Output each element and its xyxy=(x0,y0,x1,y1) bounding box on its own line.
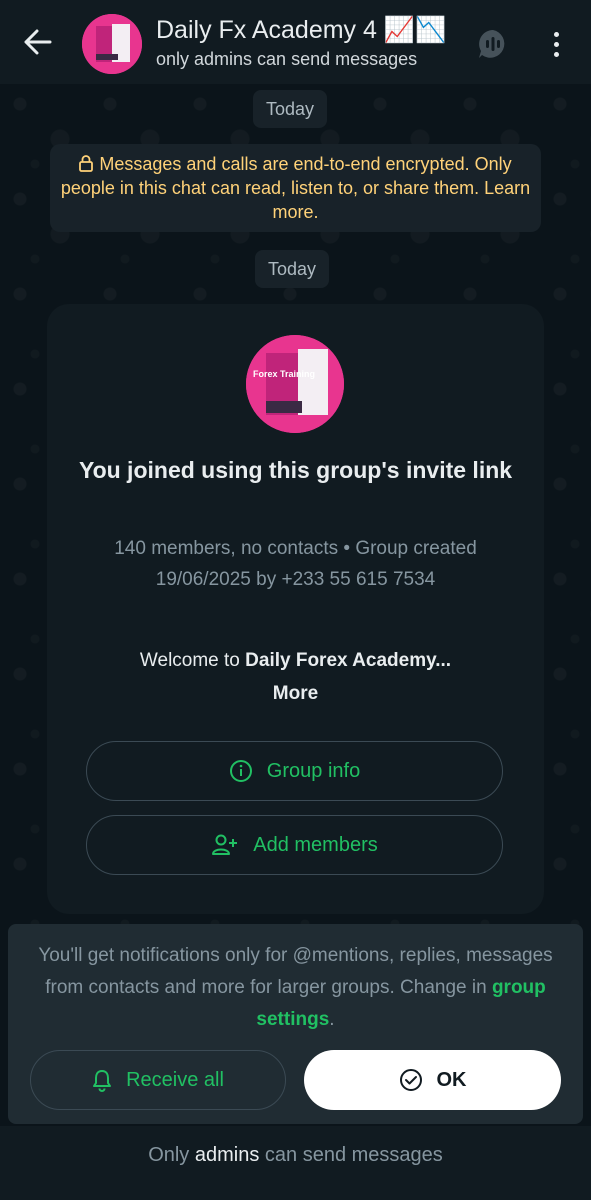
group-avatar-image xyxy=(82,14,142,74)
add-members-label: Add members xyxy=(253,833,378,856)
chat-title: Daily Fx Academy 4 📈📉 xyxy=(156,16,447,44)
group-avatar-large[interactable]: Forex Training xyxy=(246,335,344,433)
notification-text-end: . xyxy=(329,1009,335,1030)
info-icon xyxy=(229,760,252,782)
more-vertical-icon-dot xyxy=(553,31,559,37)
date-chip: Today xyxy=(253,90,328,128)
group-info-label: Group info xyxy=(266,759,361,782)
receive-all-button[interactable]: Receive all xyxy=(30,1050,286,1110)
chat-subtitle: only admins can send messages xyxy=(156,49,418,69)
encryption-notice-text: Messages and calls are end-to-end encryp… xyxy=(60,154,531,222)
ok-button[interactable]: OK xyxy=(304,1050,561,1110)
group-description[interactable]: Welcome to Daily Forex Academy... More xyxy=(87,644,504,710)
welcome-group-name: Daily Forex Academy... xyxy=(245,650,452,671)
footer-suffix: can send messages xyxy=(264,1144,443,1166)
notification-text-body: You'll get notifications only for @menti… xyxy=(38,945,553,998)
notification-settings-banner: You'll get notifications only for @menti… xyxy=(8,924,583,1124)
avatar-caption: Forex Training xyxy=(253,369,315,379)
read-more-link[interactable]: More xyxy=(273,683,318,704)
join-message-title: You joined using this group's invite lin… xyxy=(78,457,513,483)
chat-title-area[interactable]: Daily Fx Academy 4 📈📉 only admins can se… xyxy=(156,14,456,71)
voice-chat-icon xyxy=(479,30,505,58)
chat-header: Daily Fx Academy 4 📈📉 only admins can se… xyxy=(0,0,591,84)
admins-link[interactable]: admins xyxy=(195,1144,259,1166)
ok-label: OK xyxy=(436,1068,467,1091)
admins-only-footer: Only admins can send messages xyxy=(0,1126,591,1200)
receive-all-label: Receive all xyxy=(126,1068,224,1091)
group-avatar-image: Forex Training xyxy=(246,335,344,433)
footer-prefix: Only xyxy=(148,1144,190,1166)
date-chip: Today xyxy=(255,250,330,288)
check-circle-icon xyxy=(399,1069,422,1091)
voice-chat-button[interactable] xyxy=(476,27,510,61)
notification-text: You'll get notifications only for @menti… xyxy=(38,940,553,1036)
add-members-button[interactable]: Add members xyxy=(86,815,503,875)
add-person-icon xyxy=(212,834,238,855)
bell-icon xyxy=(93,1070,112,1092)
arrow-left-icon xyxy=(24,29,52,55)
group-join-card: Forex Training You joined using this gro… xyxy=(47,304,544,914)
lock-icon xyxy=(79,155,94,172)
encryption-notice[interactable]: Messages and calls are end-to-end encryp… xyxy=(50,144,541,232)
more-vertical-icon-dot xyxy=(553,51,559,57)
back-button[interactable] xyxy=(20,24,56,60)
more-options-button[interactable] xyxy=(544,26,568,62)
group-meta-info: 140 members, no contacts • Group created… xyxy=(114,538,477,590)
welcome-prefix: Welcome to xyxy=(139,650,240,671)
group-avatar[interactable] xyxy=(82,14,142,74)
group-info-button[interactable]: Group info xyxy=(86,741,503,801)
more-vertical-icon-dot xyxy=(553,41,559,47)
